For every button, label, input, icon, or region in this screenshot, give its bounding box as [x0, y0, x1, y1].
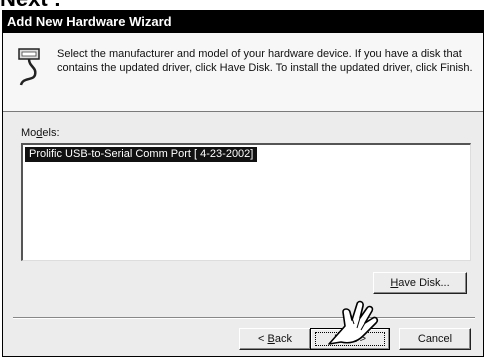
- models-label-prefix: Mo: [21, 127, 37, 139]
- header-instruction: Select the manufacturer and model of you…: [57, 48, 473, 74]
- wizard-header: Select the manufacturer and model of you…: [3, 33, 483, 112]
- have-disk-label: ave Disk...: [398, 277, 450, 289]
- hand-pointer-icon: [328, 300, 379, 345]
- models-label: Models:: [21, 127, 60, 139]
- back-prefix: <: [258, 333, 268, 345]
- separator: [13, 317, 475, 319]
- list-item[interactable]: Prolific USB-to-Serial Comm Port [ 4-23-…: [25, 147, 258, 162]
- back-button[interactable]: < Back: [239, 328, 311, 350]
- back-mnemonic: B: [267, 333, 275, 345]
- cancel-label: Cancel: [417, 333, 453, 345]
- have-disk-button[interactable]: Have Disk...: [373, 272, 467, 294]
- next-caption: Next :: [0, 0, 61, 10]
- models-listbox[interactable]: Prolific USB-to-Serial Comm Port [ 4-23-…: [21, 143, 471, 261]
- cancel-button[interactable]: Cancel: [399, 328, 471, 350]
- serial-port-icon: [18, 48, 40, 86]
- wizard-window: Add New Hardware Wizard Select the manuf…: [2, 10, 484, 357]
- window-title: Add New Hardware Wizard: [3, 11, 483, 33]
- back-label: ack: [274, 333, 292, 345]
- models-label-suffix: els:: [42, 127, 60, 139]
